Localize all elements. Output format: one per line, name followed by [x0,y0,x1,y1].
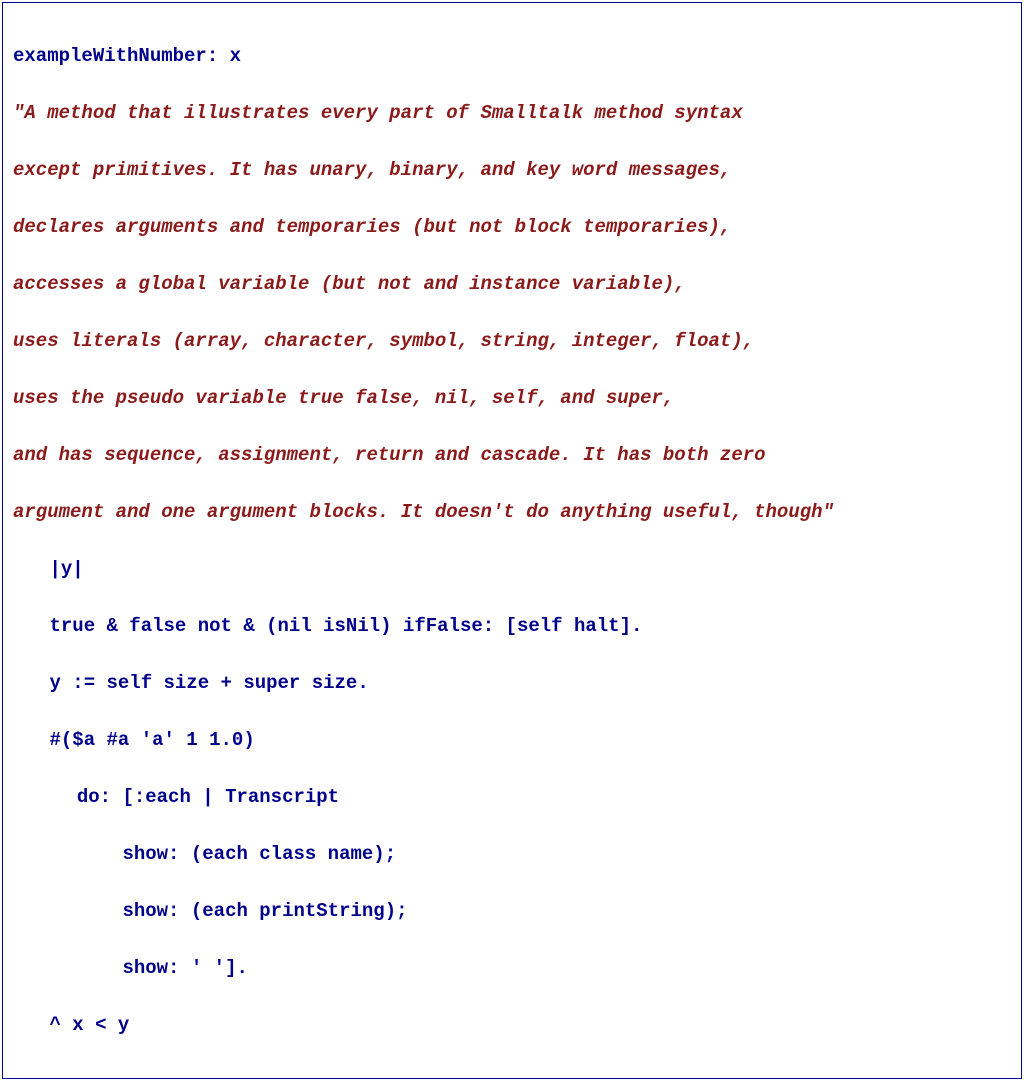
code-line: show: ' ']. [13,954,1011,983]
code-line: show: (each class name); [13,840,1011,869]
method-comment-line: except primitives. It has unary, binary,… [13,156,1011,185]
code-line-return: ^ x < y [13,1011,1011,1040]
code-line: do: [:each | Transcript [13,783,1011,812]
method-signature: exampleWithNumber: x [13,42,1011,71]
code-example-box: exampleWithNumber: x "A method that illu… [2,2,1022,1079]
method-comment-line: accesses a global variable (but not and … [13,270,1011,299]
code-line: show: (each printString); [13,897,1011,926]
method-comment-line: argument and one argument blocks. It doe… [13,498,1011,527]
code-line: true & false not & (nil isNil) ifFalse: … [13,612,1011,641]
method-comment-line: uses the pseudo variable true false, nil… [13,384,1011,413]
method-comment-line: uses literals (array, character, symbol,… [13,327,1011,356]
code-line-temporaries: |y| [13,555,1011,584]
method-comment-line: and has sequence, assignment, return and… [13,441,1011,470]
code-line: y := self size + super size. [13,669,1011,698]
code-line: #($a #a 'a' 1 1.0) [13,726,1011,755]
method-comment-line: "A method that illustrates every part of… [13,99,1011,128]
method-comment-line: declares arguments and temporaries (but … [13,213,1011,242]
